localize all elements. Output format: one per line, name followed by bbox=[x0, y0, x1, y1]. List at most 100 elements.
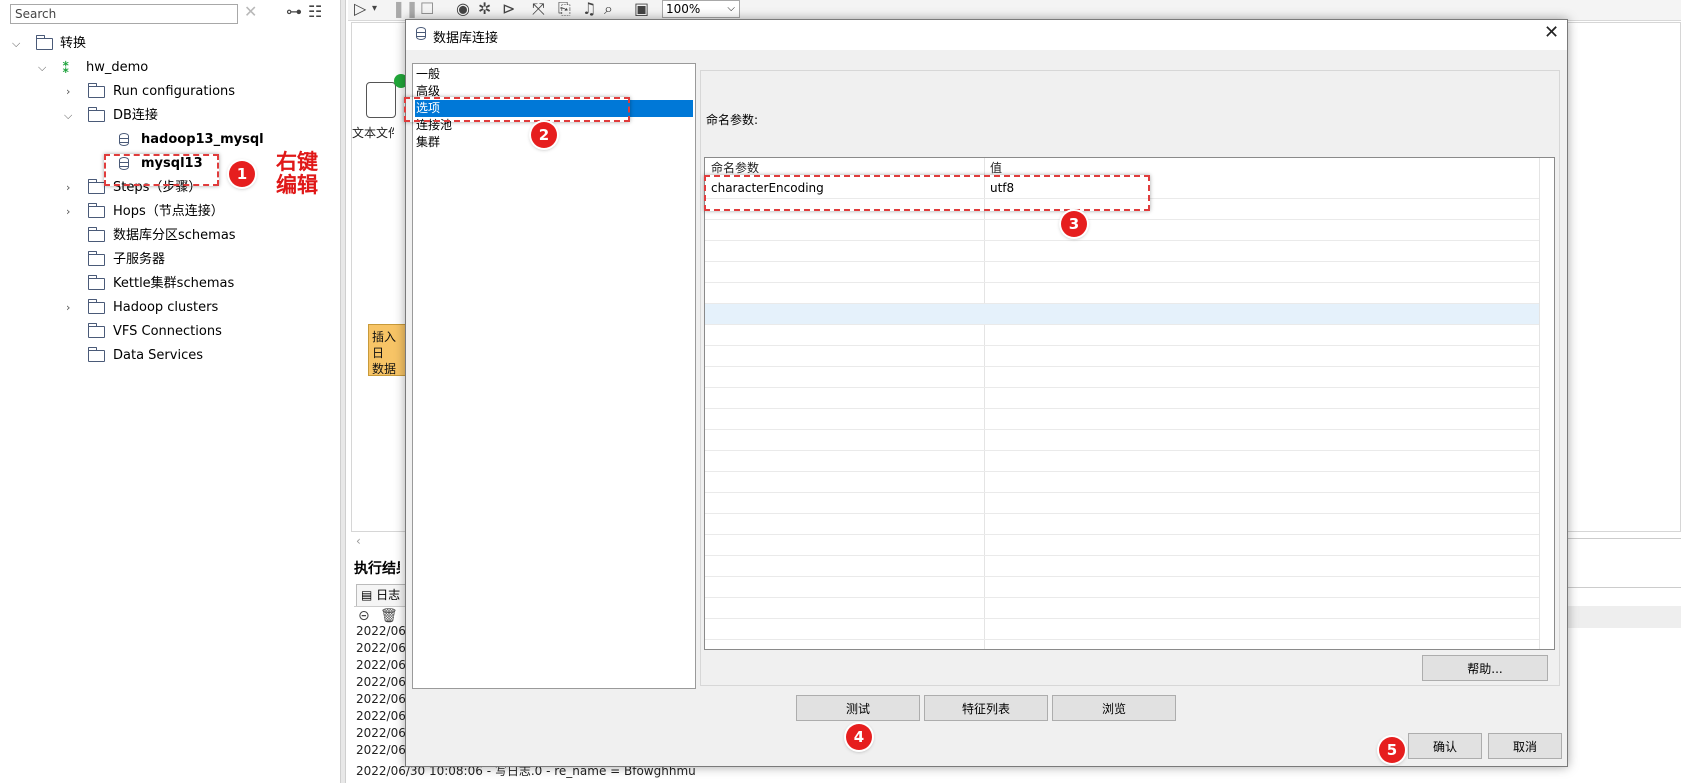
search-input[interactable] bbox=[10, 4, 238, 24]
folder-icon bbox=[88, 83, 105, 98]
explore-db-icon[interactable]: ⌕ bbox=[604, 0, 613, 19]
canvas-note[interactable]: 插入日 数据处 bbox=[368, 324, 408, 376]
table-row[interactable] bbox=[705, 409, 1539, 430]
log-line: 2022/06/ bbox=[356, 726, 410, 740]
explore-button[interactable]: 浏览 bbox=[1052, 695, 1176, 721]
stop-icon[interactable]: ☐ bbox=[420, 0, 434, 19]
tree-label: 数据库分区schemas bbox=[113, 228, 236, 243]
folder-icon bbox=[36, 35, 53, 50]
parameters-table[interactable]: 命名参数 值 characterEncoding utf8 bbox=[704, 157, 1555, 650]
run-options-icon[interactable]: ▾ bbox=[372, 0, 377, 19]
highlight-mysql13 bbox=[104, 154, 219, 186]
table-row[interactable] bbox=[705, 556, 1539, 577]
clear-search-icon[interactable]: ✕ bbox=[244, 2, 257, 22]
panel-splitter[interactable] bbox=[340, 0, 346, 783]
step-marker-2: 2 bbox=[531, 122, 557, 148]
table-row[interactable] bbox=[705, 451, 1539, 472]
table-row[interactable] bbox=[705, 493, 1539, 514]
table-row[interactable] bbox=[705, 472, 1539, 493]
tree-label: Run configurations bbox=[113, 84, 236, 99]
tree-label: 子服务器 bbox=[113, 252, 166, 267]
table-row[interactable] bbox=[705, 325, 1539, 346]
handwritten-note: 右键 编辑 bbox=[276, 150, 318, 196]
folder-icon bbox=[88, 299, 105, 314]
table-row[interactable] bbox=[705, 535, 1539, 556]
table-row[interactable] bbox=[705, 577, 1539, 598]
preview-icon[interactable]: ◉ bbox=[456, 0, 470, 19]
table-row[interactable] bbox=[705, 346, 1539, 367]
table-row[interactable] bbox=[705, 220, 1539, 241]
verify-icon[interactable]: ⤧ bbox=[532, 0, 545, 19]
feature-list-button[interactable]: 特征列表 bbox=[924, 695, 1048, 721]
table-row[interactable] bbox=[705, 514, 1539, 535]
tree-label: Hadoop clusters bbox=[113, 300, 219, 315]
table-row[interactable] bbox=[705, 304, 1539, 325]
ok-button[interactable]: 确认 bbox=[1408, 733, 1482, 759]
log-line: 2022/06/ bbox=[356, 641, 410, 655]
test-button[interactable]: 测试 bbox=[796, 695, 920, 721]
handwritten-line: 右键 bbox=[276, 149, 318, 174]
scroll-left-icon[interactable]: ‹ bbox=[356, 534, 361, 548]
clear-log-icon[interactable]: ⊝ bbox=[358, 608, 370, 624]
step-label: 文本文件输 bbox=[352, 126, 394, 140]
close-icon[interactable]: ✕ bbox=[1544, 22, 1559, 43]
cancel-button[interactable]: 取消 bbox=[1488, 733, 1562, 759]
tree-label-root: 转换 bbox=[60, 36, 87, 51]
chevron-right-icon[interactable]: › bbox=[66, 201, 76, 223]
impact-icon[interactable]: ⎘ bbox=[558, 0, 571, 19]
note-line: 插入日 bbox=[372, 330, 397, 360]
text-file-input-step-icon[interactable] bbox=[366, 82, 396, 118]
table-row[interactable] bbox=[705, 367, 1539, 388]
log-line: 2022/06/ bbox=[356, 658, 410, 672]
table-row[interactable] bbox=[705, 241, 1539, 262]
connection-nav-list bbox=[412, 63, 696, 689]
chevron-down-icon[interactable]: ⌵ bbox=[64, 105, 74, 127]
folder-icon bbox=[88, 107, 105, 122]
chevron-right-icon[interactable]: › bbox=[66, 297, 76, 319]
table-row[interactable] bbox=[705, 598, 1539, 619]
table-row[interactable] bbox=[705, 283, 1539, 304]
table-row[interactable] bbox=[705, 430, 1539, 451]
log-line: 2022/06/ bbox=[356, 743, 410, 757]
folder-icon bbox=[88, 179, 105, 194]
chevron-right-icon[interactable]: › bbox=[66, 177, 76, 199]
zoom-select[interactable]: 100% ⌵ bbox=[662, 0, 740, 18]
repository-tree-panel: ✕ ⊶ ☷ ⌵ 转换 ⌵ ⁑ hw_demo › Run configurati… bbox=[0, 0, 340, 783]
handwritten-line: 编辑 bbox=[276, 172, 318, 197]
tree-label: hadoop13_mysql bbox=[141, 132, 264, 147]
debug-icon[interactable]: ✲ bbox=[478, 0, 491, 19]
step-marker-1: 1 bbox=[229, 161, 255, 187]
chevron-down-icon: ⌵ bbox=[727, 3, 735, 14]
pause-icon[interactable]: ❚❚ bbox=[392, 0, 419, 19]
collapse-tree-icon[interactable]: ⊶ bbox=[286, 2, 302, 22]
step-marker-4: 4 bbox=[846, 724, 872, 750]
log-tab-icon: ▤ bbox=[361, 588, 373, 602]
zoom-value: 100% bbox=[666, 2, 701, 16]
tab-log[interactable]: ▤ 日志 bbox=[356, 584, 406, 606]
chevron-down-icon[interactable]: ⌵ bbox=[38, 57, 48, 79]
table-row[interactable] bbox=[705, 619, 1539, 640]
table-row[interactable] bbox=[705, 262, 1539, 283]
tree-label: VFS Connections bbox=[113, 324, 222, 339]
folder-icon bbox=[88, 203, 105, 218]
dialog-titlebar bbox=[406, 20, 1567, 50]
chevron-down-icon[interactable]: ⌵ bbox=[12, 33, 22, 55]
table-row[interactable] bbox=[705, 388, 1539, 409]
dialog-title: 数据库连接 bbox=[433, 31, 499, 46]
expand-tree-icon[interactable]: ☷ bbox=[308, 2, 322, 22]
sql-icon[interactable]: ♫ bbox=[582, 0, 596, 19]
log-line: 2022/06/ bbox=[356, 692, 410, 706]
replay-icon[interactable]: ⊳ bbox=[502, 0, 515, 19]
tree-label: Hops（节点连接） bbox=[113, 204, 224, 219]
folder-icon bbox=[88, 251, 105, 266]
log-line: 2022/06/ bbox=[356, 675, 410, 689]
log-line: 2022/06/ bbox=[356, 624, 410, 638]
run-icon[interactable]: ▷ bbox=[354, 0, 366, 19]
chevron-right-icon[interactable]: › bbox=[66, 81, 76, 103]
delete-icon[interactable]: 🗑 bbox=[380, 608, 398, 624]
highlight-options-nav bbox=[404, 97, 630, 122]
nav-item-general[interactable]: 一般 bbox=[415, 66, 693, 83]
folder-icon bbox=[88, 323, 105, 338]
show-results-icon[interactable]: ▣ bbox=[634, 0, 649, 19]
help-button[interactable]: 帮助... bbox=[1422, 655, 1548, 681]
